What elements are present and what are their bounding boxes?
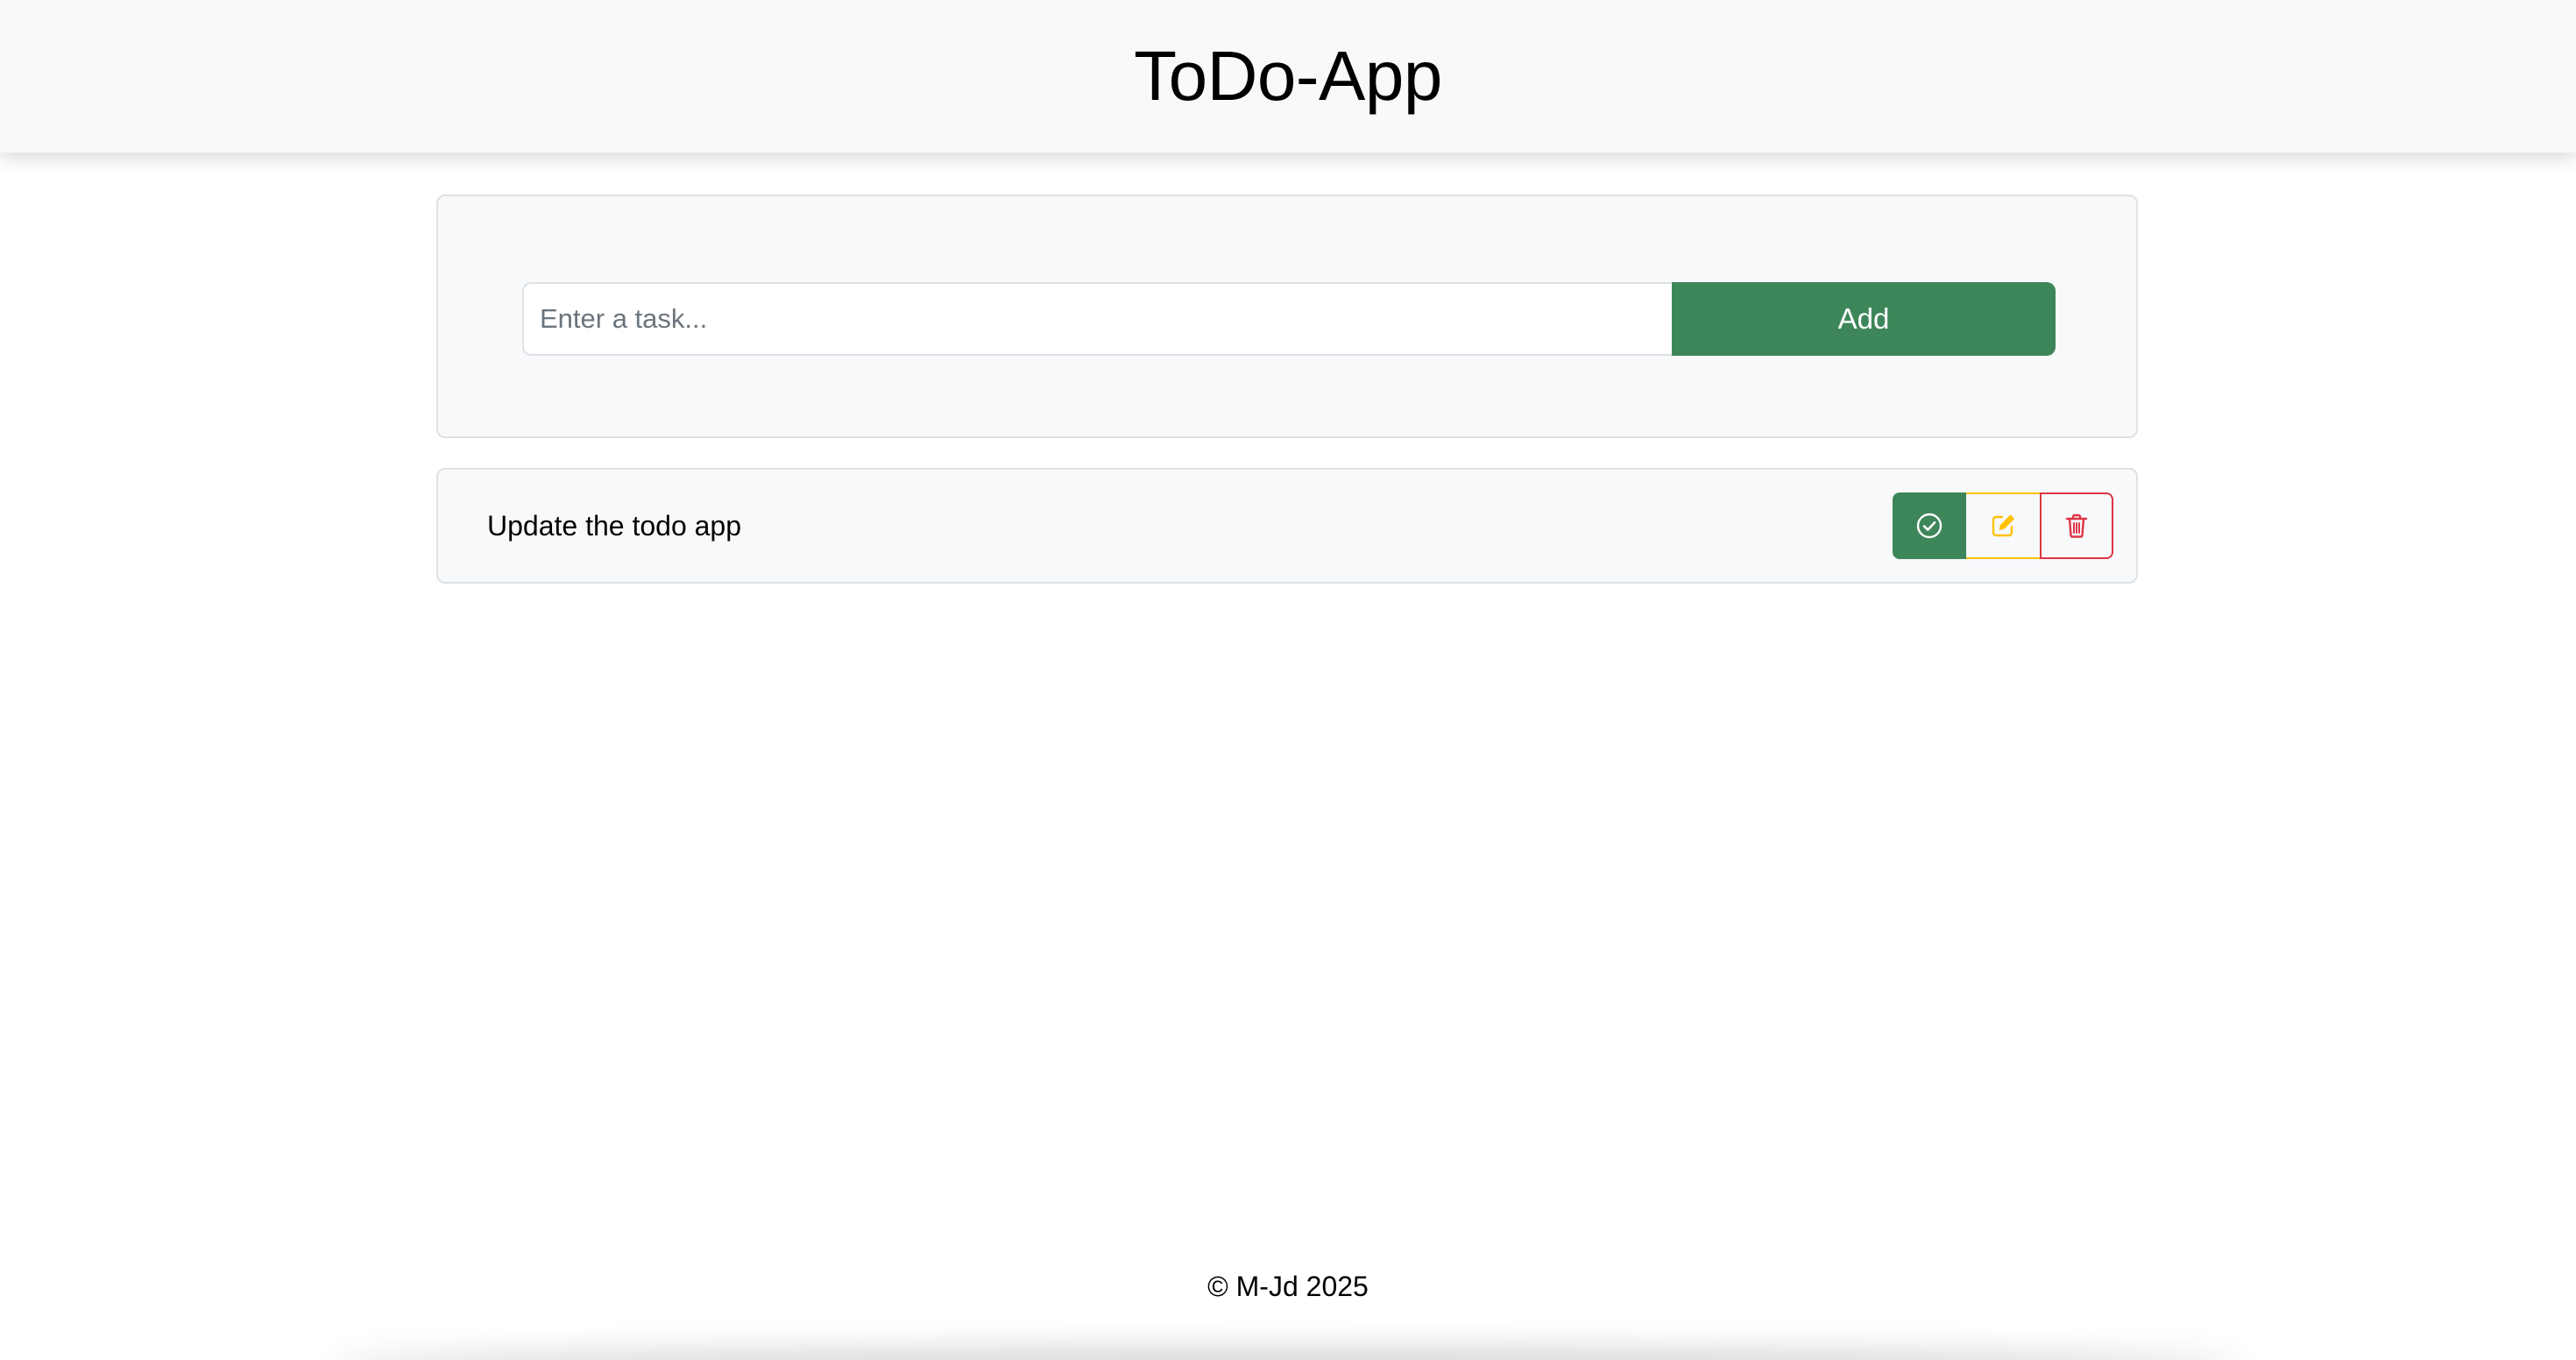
complete-task-button[interactable]: [1893, 492, 1966, 559]
task-actions: [1893, 492, 2113, 559]
app-footer: © M-Jd 2025: [0, 1262, 2576, 1360]
edit-task-button[interactable]: [1966, 492, 2040, 559]
task-list-item: Update the todo app: [436, 468, 2138, 584]
trash-icon: [2063, 512, 2091, 540]
delete-task-button[interactable]: [2040, 492, 2113, 559]
app-header: ToDo-App: [0, 0, 2576, 152]
page: ToDo-App Add Update the todo app: [0, 0, 2576, 1360]
copyright-text: © M-Jd 2025: [1207, 1271, 1369, 1302]
add-task-button[interactable]: Add: [1672, 282, 2056, 356]
add-task-card: Add: [436, 195, 2138, 438]
task-input[interactable]: [522, 282, 1672, 356]
pencil-square-icon: [1989, 512, 2017, 540]
app-title: ToDo-App: [1134, 37, 1442, 115]
task-text: Update the todo app: [487, 510, 742, 542]
check-circle-icon: [1915, 512, 1943, 540]
